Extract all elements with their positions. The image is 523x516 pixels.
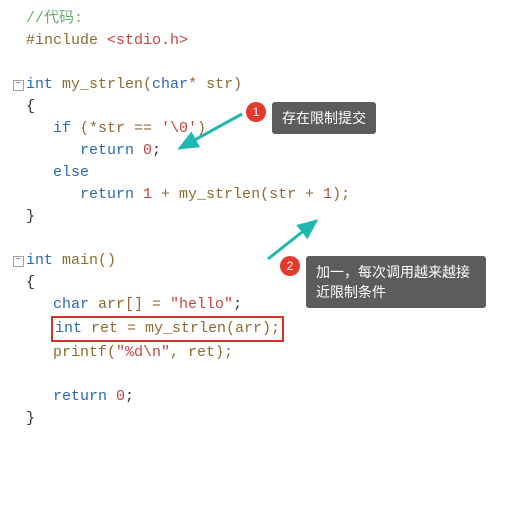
code-line: else [10, 162, 523, 184]
blank-line [10, 228, 523, 250]
blank-line [10, 364, 523, 386]
annotation-1: 1 存在限制提交 [246, 102, 376, 134]
blank-line [10, 52, 523, 74]
code-line: return 0; [10, 386, 523, 408]
annotation-text: 加一，每次调用越来越接近限制条件 [306, 256, 486, 308]
code-line: return 0; [10, 140, 523, 162]
code-line: printf("%d\n", ret); [10, 342, 523, 364]
fold-icon[interactable]: − [13, 256, 24, 267]
code-line: } [10, 206, 523, 228]
badge-icon: 2 [280, 256, 300, 276]
code-screenshot: { "code": { "l1": "//代码:", "l2_pp": "#in… [0, 0, 523, 516]
comment: //代码: [26, 8, 83, 30]
annotation-text: 存在限制提交 [272, 102, 376, 134]
highlight-box: int ret = my_strlen(arr); [51, 316, 284, 342]
code-line: #include <stdio.h> [10, 30, 523, 52]
code-line: int ret = my_strlen(arr); [10, 316, 523, 342]
code-line: − int my_strlen(char* str) [10, 74, 523, 96]
annotation-2: 2 加一，每次调用越来越接近限制条件 [280, 256, 486, 308]
fold-icon[interactable]: − [13, 80, 24, 91]
code-line: return 1 + my_strlen(str + 1); [10, 184, 523, 206]
badge-icon: 1 [246, 102, 266, 122]
code-line: //代码: [10, 8, 523, 30]
code-line: } [10, 408, 523, 430]
